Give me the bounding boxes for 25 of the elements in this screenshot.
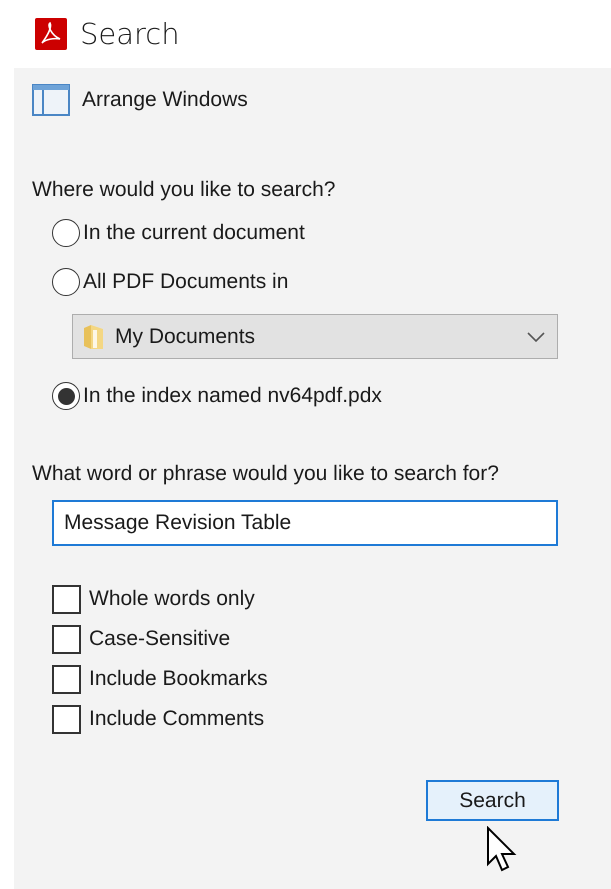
checkbox[interactable] <box>52 664 81 694</box>
pdf-app-icon <box>34 17 68 51</box>
checkbox[interactable] <box>52 624 81 654</box>
panel-title: Search <box>80 17 180 51</box>
arrange-windows-link[interactable]: Arrange Windows <box>82 88 248 112</box>
radio-label: In the index named nv64pdf.pdx <box>83 384 382 408</box>
radio-label: In the current document <box>83 221 305 245</box>
checkbox-label: Case-Sensitive <box>89 627 230 651</box>
chevron-down-icon <box>527 332 545 342</box>
checkbox-label: Whole words only <box>89 587 255 611</box>
checkbox[interactable] <box>52 704 81 734</box>
radio-label: All PDF Documents in <box>83 270 288 294</box>
checkbox-label: Include Comments <box>89 707 264 731</box>
location-question: Where would you like to search? <box>32 177 336 203</box>
radio-button[interactable] <box>52 382 80 410</box>
radio-button[interactable] <box>52 219 80 247</box>
search-question: What word or phrase would you like to search for? <box>32 461 500 487</box>
search-input-field[interactable]: Message Revision Table <box>52 500 558 546</box>
checkbox[interactable] <box>52 584 81 614</box>
folder-dropdown[interactable]: My Documents <box>72 314 558 359</box>
search-button[interactable]: Search <box>426 780 559 821</box>
checkbox-label: Include Bookmarks <box>89 667 268 691</box>
folder-icon <box>83 324 105 350</box>
radio-button[interactable] <box>52 268 80 296</box>
window-layout-icon[interactable] <box>32 84 70 116</box>
